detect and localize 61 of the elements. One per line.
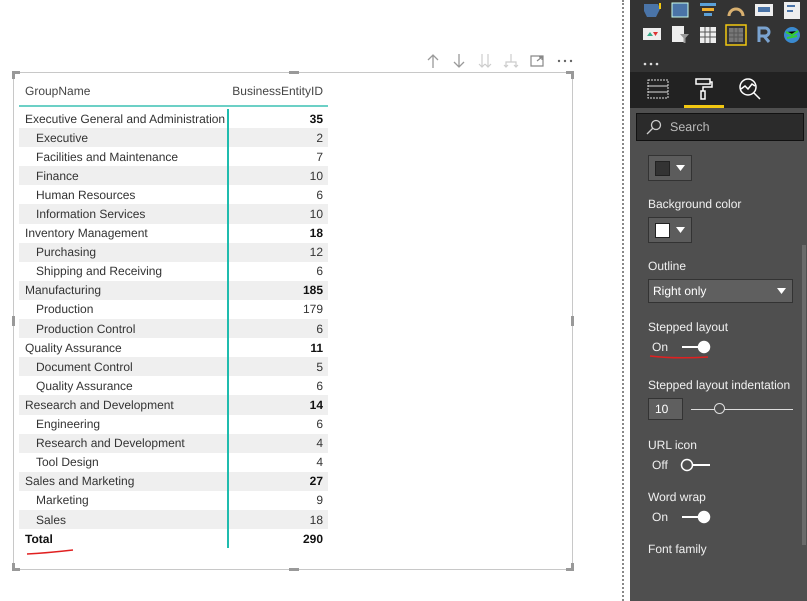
table-cell-text: 4 bbox=[315, 454, 324, 472]
table-cell-text: 12 bbox=[308, 244, 324, 262]
toggle-switch[interactable] bbox=[680, 510, 712, 524]
annotation-underline bbox=[648, 354, 710, 360]
table-cell-text: 18 bbox=[308, 512, 324, 529]
setting-label: Background color bbox=[648, 197, 742, 211]
table-cell-text: 5 bbox=[315, 358, 324, 376]
column-header[interactable]: GroupName bbox=[19, 84, 229, 98]
table-cell-text: 27 bbox=[308, 473, 324, 490]
arrow-down-icon[interactable] bbox=[451, 53, 467, 69]
column-header[interactable]: BusinessEntityID bbox=[229, 84, 328, 98]
setting-label: Stepped layout indentation bbox=[648, 378, 792, 392]
search-icon bbox=[646, 119, 662, 135]
toggle-state-text: On bbox=[652, 340, 670, 354]
caret-icon bbox=[777, 288, 786, 294]
table-cell-text: 179 bbox=[302, 301, 324, 318]
table-cell-text: 6 bbox=[315, 186, 324, 204]
table-cell-text: 6 bbox=[315, 320, 324, 338]
table-cell-text: 10 bbox=[308, 206, 324, 224]
table-cell-text: 9 bbox=[315, 492, 324, 510]
caret-icon bbox=[676, 227, 685, 233]
setting-label: Stepped layout bbox=[648, 320, 730, 334]
toggle-switch[interactable] bbox=[680, 458, 712, 472]
search-field[interactable]: Search bbox=[636, 113, 804, 141]
table-cell-text: 4 bbox=[315, 435, 324, 452]
table-cell-text: 185 bbox=[302, 282, 324, 300]
table-icon[interactable] bbox=[697, 24, 719, 46]
table-cell-text: 18 bbox=[308, 225, 324, 242]
table-cell-text: 6 bbox=[315, 416, 324, 434]
table-cell-text: 2 bbox=[315, 130, 324, 147]
setting-label: URL icon bbox=[648, 438, 698, 452]
number-field[interactable]: 10 bbox=[648, 398, 683, 420]
setting-label: Font family bbox=[648, 542, 708, 556]
visual-container[interactable] bbox=[13, 72, 573, 570]
fields-icon bbox=[646, 78, 670, 100]
focus-mode-icon[interactable] bbox=[529, 53, 545, 69]
arrow-up-icon[interactable] bbox=[425, 53, 441, 69]
toggle-switch[interactable] bbox=[680, 340, 712, 354]
table-cell-text: 14 bbox=[308, 396, 324, 414]
table-cell-text: 7 bbox=[315, 148, 324, 166]
multirow-card-icon[interactable] bbox=[781, 0, 803, 22]
toggle-state-text: Off bbox=[652, 458, 669, 472]
caret-icon bbox=[676, 165, 685, 171]
paint-roller-icon bbox=[693, 76, 715, 100]
slicer-icon[interactable] bbox=[669, 24, 691, 46]
setting-label: Outline bbox=[648, 259, 688, 273]
color-picker[interactable] bbox=[648, 155, 692, 181]
table-cell-text: 6 bbox=[315, 263, 324, 280]
total-value: 290 bbox=[302, 530, 324, 548]
total-label: Total bbox=[19, 529, 229, 548]
setting-label: Word wrap bbox=[648, 490, 707, 504]
table-cell-text: 35 bbox=[308, 110, 324, 128]
table-cell-text: 11 bbox=[309, 340, 324, 357]
matrix-icon[interactable] bbox=[725, 24, 747, 46]
toggle-state-text: On bbox=[652, 510, 670, 524]
color-picker[interactable] bbox=[648, 217, 692, 243]
slider-thumb[interactable] bbox=[714, 403, 725, 414]
outline-dropdown[interactable]: Right only bbox=[648, 279, 793, 303]
table-cell-text: 10 bbox=[308, 168, 324, 185]
analytics-icon bbox=[738, 76, 762, 100]
table-cell-text: 6 bbox=[315, 378, 324, 395]
